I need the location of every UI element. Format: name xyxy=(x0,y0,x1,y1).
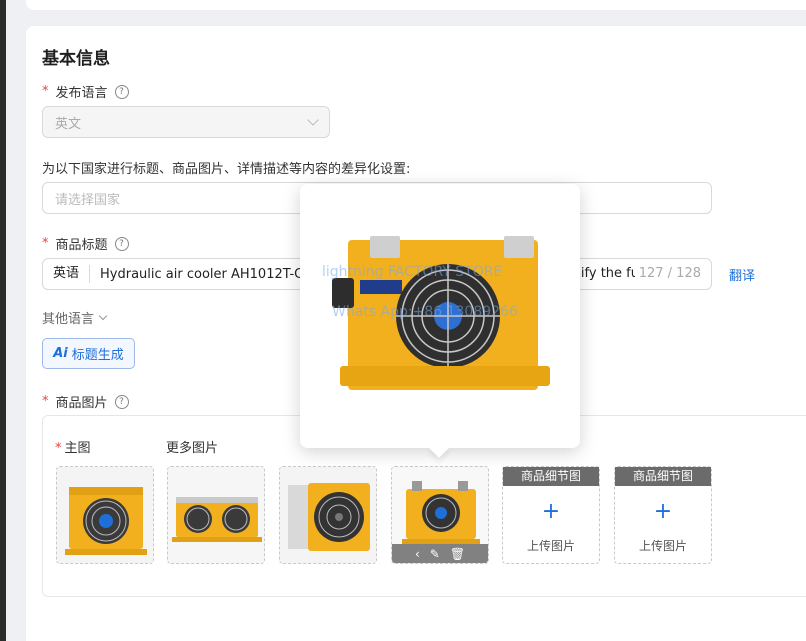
upload-detail-image-slot[interactable]: 商品细节图 + 上传图片 xyxy=(502,466,600,564)
product-image-thumb[interactable] xyxy=(279,466,377,564)
title-value: Hydraulic air cooler AH1012T-CA xyxy=(100,266,313,282)
ai-button-label: 标题生成 xyxy=(71,348,124,363)
image-action-bar: ‹ ✎ 🗑 xyxy=(392,544,488,563)
product-title-text: 商品标题 xyxy=(55,238,108,253)
watermark-line2: Whats App:+86 13089266 xyxy=(332,304,518,320)
section-title: 基本信息 xyxy=(42,49,110,69)
country-diff-label: 为以下国家进行标题、商品图片、详情描述等内容的差异化设置: xyxy=(42,162,411,177)
required-mark: * xyxy=(42,394,49,409)
window-edge xyxy=(0,0,6,641)
publish-language-value: 英文 xyxy=(55,116,82,132)
trash-icon[interactable]: 🗑 xyxy=(450,547,465,561)
upload-slot-header: 商品细节图 xyxy=(503,467,599,486)
plus-icon: + xyxy=(653,499,673,524)
watermark-line1: lightning FACTORY STORE xyxy=(322,264,503,280)
plus-icon: + xyxy=(541,499,561,524)
upload-slot-header: 商品细节图 xyxy=(615,467,711,486)
product-images-label: * 商品图片 ? xyxy=(42,392,129,411)
required-mark: * xyxy=(55,441,62,456)
chevron-down-icon xyxy=(307,114,319,126)
title-value-tail: ify the fu xyxy=(576,259,639,289)
upload-slot-text: 上传图片 xyxy=(526,539,575,553)
other-languages-toggle[interactable]: 其他语言 xyxy=(42,308,108,327)
help-icon[interactable]: ? xyxy=(114,84,129,99)
air-cooler-image xyxy=(168,467,264,563)
other-languages-label: 其他语言 xyxy=(42,312,95,327)
help-icon[interactable]: ? xyxy=(114,394,129,409)
help-icon[interactable]: ? xyxy=(114,236,129,251)
title-char-counter: 127 / 128 xyxy=(634,259,701,289)
upload-slot-text: 上传图片 xyxy=(638,539,687,553)
required-mark: * xyxy=(42,84,49,99)
ai-icon: Ai xyxy=(53,346,68,361)
move-left-icon[interactable]: ‹ xyxy=(415,547,420,561)
publish-language-label: * 发布语言 ? xyxy=(42,82,129,101)
more-images-label: 更多图片 xyxy=(166,441,219,456)
title-language-prefix: 英语 xyxy=(43,265,91,283)
edit-icon[interactable]: ✎ xyxy=(430,547,440,561)
required-mark: * xyxy=(42,236,49,251)
translate-link[interactable]: 翻译 xyxy=(729,265,755,284)
product-title-label: * 商品标题 ? xyxy=(42,234,129,253)
upload-detail-image-slot[interactable]: 商品细节图 + 上传图片 xyxy=(614,466,712,564)
ai-title-generate-button[interactable]: Ai 标题生成 xyxy=(42,338,135,369)
air-cooler-image xyxy=(280,467,376,563)
product-image-thumb[interactable] xyxy=(167,466,265,564)
product-images-text: 商品图片 xyxy=(55,396,108,411)
top-card xyxy=(26,0,806,10)
product-image-thumb-main[interactable] xyxy=(56,466,154,564)
publish-language-text: 发布语言 xyxy=(55,86,108,101)
country-placeholder: 请选择国家 xyxy=(55,192,121,208)
chevron-down-icon xyxy=(98,311,108,321)
main-image-label: * 主图 xyxy=(55,441,91,456)
air-cooler-image xyxy=(57,467,153,563)
product-image-thumb-hovered[interactable]: ‹ ✎ 🗑 xyxy=(391,466,489,564)
publish-language-select[interactable]: 英文 xyxy=(42,106,330,138)
image-preview-popover: lightning FACTORY STORE Whats App:+86 13… xyxy=(300,184,580,448)
